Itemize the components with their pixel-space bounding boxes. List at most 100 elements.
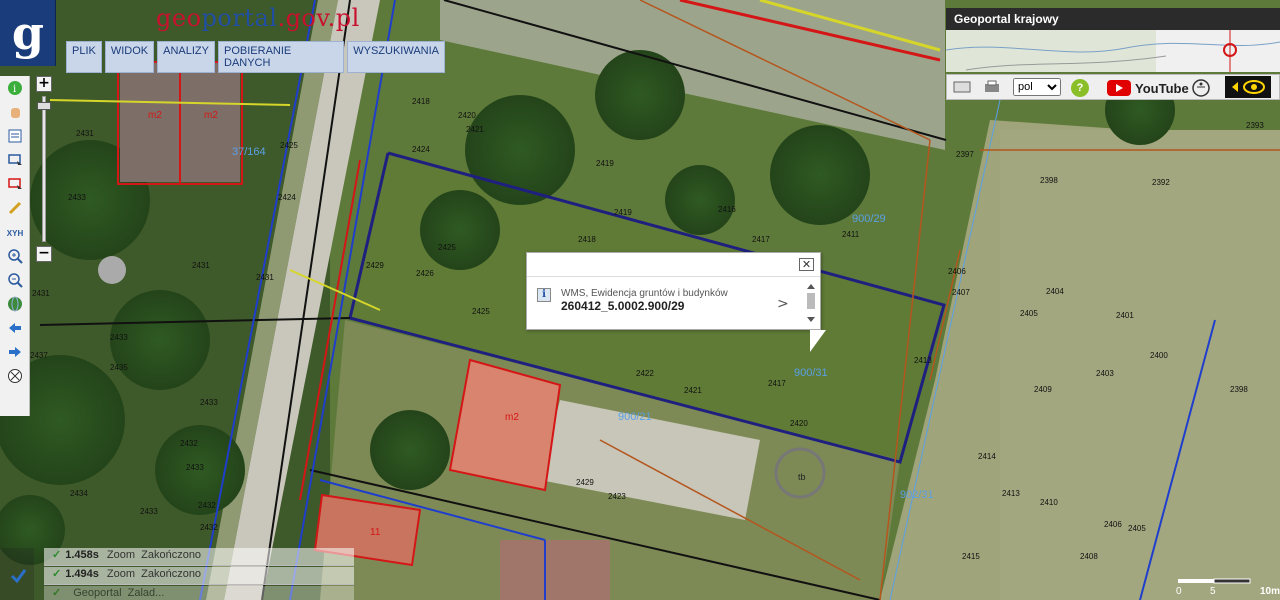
select-red-icon[interactable] — [5, 176, 25, 196]
svg-text:37/164: 37/164 — [232, 146, 266, 158]
globe-icon[interactable] — [5, 296, 25, 316]
back-arrow-icon[interactable] — [5, 320, 25, 340]
svg-text:2426: 2426 — [416, 269, 434, 278]
svg-text:2408: 2408 — [1080, 552, 1098, 561]
svg-text:2418: 2418 — [578, 235, 596, 244]
zoom-slider[interactable]: + − — [36, 76, 52, 262]
popup-parcel-id[interactable]: 260412_5.0002.900/29 — [561, 299, 684, 313]
status-time: 1.494s — [65, 568, 99, 580]
overview-title: Geoportal krajowy — [954, 12, 1059, 26]
svg-text:900/29: 900/29 — [852, 213, 886, 225]
status-action: Zoom — [106, 568, 135, 580]
svg-text:902/31: 902/31 — [900, 489, 934, 501]
popup-layer-name: WMS, Ewidencja gruntów i budynków — [561, 288, 728, 299]
svg-text:2398: 2398 — [1230, 385, 1248, 394]
youtube-label: YouTube — [1135, 80, 1189, 96]
svg-text:900/21: 900/21 — [618, 411, 652, 423]
menu-widok[interactable]: WIDOK — [104, 41, 155, 73]
svg-text:2398: 2398 — [1040, 176, 1058, 185]
zoom-out-button[interactable]: − — [36, 246, 52, 262]
brand-part-domain: .gov.pl — [277, 4, 360, 32]
svg-text:2420: 2420 — [458, 111, 476, 120]
scale-mid: 5 — [1210, 586, 1216, 597]
scale-start: 0 — [1176, 586, 1182, 597]
popup-scrollbar[interactable] — [805, 283, 817, 323]
svg-text:2433: 2433 — [200, 398, 218, 407]
svg-text:2433: 2433 — [110, 333, 128, 342]
svg-text:2414: 2414 — [978, 452, 996, 461]
status-list: ✓ 1.458s Zoom Zakończono ✓ 1.494s Zoom Zakoń… — [0, 548, 355, 600]
svg-text:2405: 2405 — [1020, 309, 1038, 318]
svg-text:2397: 2397 — [956, 150, 974, 159]
svg-text:i: i — [13, 84, 16, 95]
svg-text:2420: 2420 — [790, 419, 808, 428]
scale-end: 10m — [1260, 586, 1280, 597]
zoom-in-icon[interactable] — [5, 248, 25, 268]
keyboard-icon[interactable] — [953, 79, 971, 95]
zoom-track[interactable] — [42, 96, 46, 242]
feature-info-popup[interactable]: ✕ i WMS, Ewidencja gruntów i budynków 26… — [526, 252, 827, 352]
status-state: Zakończono — [141, 568, 202, 580]
svg-text:2417: 2417 — [768, 379, 786, 388]
printer-icon[interactable] — [983, 79, 1001, 95]
svg-text:2400: 2400 — [1150, 351, 1168, 360]
check-icon: ✓ — [52, 587, 62, 599]
svg-text:2422: 2422 — [636, 369, 654, 378]
status-action: Geoportal — [73, 587, 122, 599]
layers-icon[interactable] — [5, 128, 25, 148]
status-state: Zalad... — [127, 587, 165, 599]
check-icon: ✓ — [52, 568, 62, 580]
check-icon: ✓ — [52, 549, 62, 561]
svg-text:2406: 2406 — [1104, 520, 1122, 529]
compass-icon[interactable] — [5, 368, 25, 388]
map-viewport[interactable]: 900/29 900/31 900/21 902/31 37/164 m2 m2… — [0, 0, 1280, 600]
svg-text:2406: 2406 — [948, 267, 966, 276]
svg-text:2393: 2393 — [1246, 121, 1264, 130]
svg-text:2416: 2416 — [718, 205, 736, 214]
svg-text:2411: 2411 — [842, 230, 860, 239]
svg-text:2425: 2425 — [472, 307, 490, 316]
status-state: Zakończono — [141, 549, 202, 561]
zoom-out-icon[interactable] — [5, 272, 25, 292]
geoportal-logo[interactable]: g — [0, 0, 56, 66]
forward-arrow-icon[interactable] — [5, 344, 25, 364]
status-toggle[interactable] — [0, 548, 34, 600]
svg-text:2409: 2409 — [1034, 385, 1052, 394]
popup-next-arrow[interactable]: > — [777, 296, 789, 312]
svg-text:2410: 2410 — [1040, 498, 1058, 507]
svg-text:2403: 2403 — [1096, 369, 1114, 378]
svg-text:2429: 2429 — [366, 261, 384, 270]
svg-text:2431: 2431 — [256, 273, 274, 282]
menu-analizy[interactable]: ANALIZY — [157, 41, 215, 73]
eye-contrast-button[interactable] — [1225, 76, 1271, 98]
info-icon: i — [537, 288, 551, 302]
svg-text:tb: tb — [798, 472, 806, 482]
svg-text:2432: 2432 — [180, 439, 198, 448]
zoom-in-button[interactable]: + — [36, 76, 52, 92]
pencil-icon[interactable] — [5, 200, 25, 220]
youtube-button[interactable]: YouTube — [1107, 78, 1189, 98]
popup-close-button[interactable]: ✕ — [799, 258, 814, 271]
overview-panel[interactable]: Geoportal krajowy — [946, 8, 1280, 72]
svg-text:2433: 2433 — [68, 193, 86, 202]
hand-icon[interactable] — [5, 104, 25, 124]
svg-text:2407: 2407 — [952, 288, 970, 297]
language-select[interactable]: pol — [1013, 78, 1061, 96]
help-button[interactable]: ? — [1071, 79, 1089, 97]
brand-part-portal: portal — [201, 4, 278, 32]
info-icon[interactable]: i — [5, 80, 25, 100]
top-toolbar: pol ? YouTube — [946, 74, 1280, 100]
svg-text:m2: m2 — [204, 110, 218, 121]
svg-text:2401: 2401 — [1116, 311, 1134, 320]
select-icon[interactable] — [5, 152, 25, 172]
accessibility-icon[interactable] — [1191, 78, 1211, 98]
menu-plik[interactable]: PLIK — [66, 41, 102, 73]
svg-text:2434: 2434 — [70, 489, 88, 498]
zoom-knob[interactable] — [37, 102, 51, 110]
xyh-icon[interactable]: XYH — [5, 224, 25, 244]
overview-map[interactable] — [946, 30, 1280, 72]
menu-pobieranie-danych[interactable]: POBIERANIE DANYCH — [218, 41, 345, 73]
scale-graphic — [1178, 578, 1251, 584]
menu-wyszukiwania[interactable]: WYSZUKIWANIA — [347, 41, 445, 73]
svg-text:2419: 2419 — [596, 159, 614, 168]
